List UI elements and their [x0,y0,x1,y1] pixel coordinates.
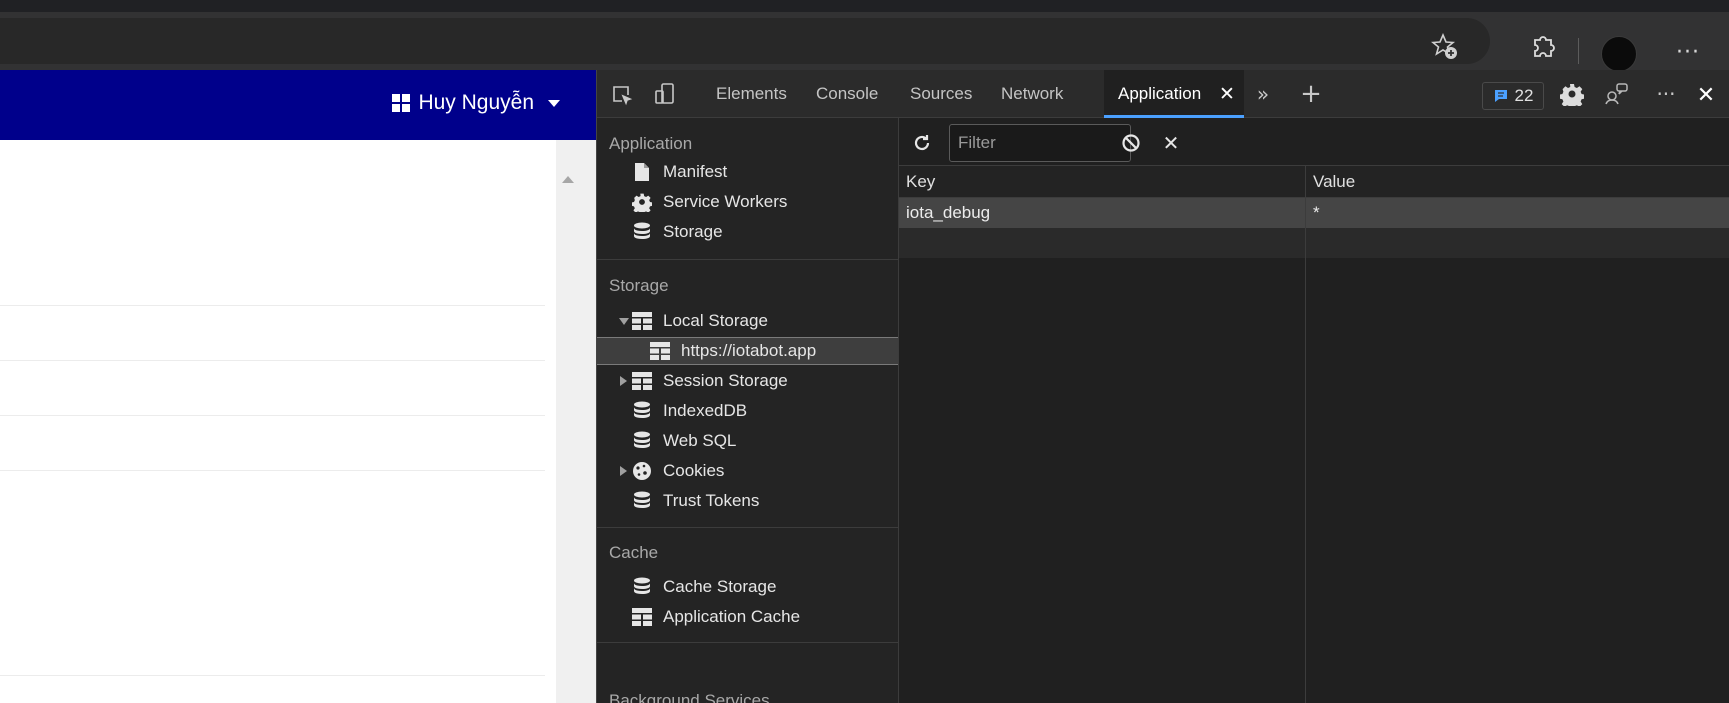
sidebar-item-origin-iotabot[interactable]: https://iotabot.app [597,337,898,365]
expanded-arrow-icon[interactable] [619,317,629,325]
page-scrollbar[interactable] [556,168,580,703]
tab-network[interactable]: Network [1001,70,1063,118]
section-title-application: Application [609,134,693,153]
database-icon [631,400,653,422]
more-options-icon[interactable]: ··· [1671,38,1705,66]
sidebar-item-session-storage[interactable]: Session Storage [597,367,898,395]
add-tab-plus-icon[interactable]: + [1297,79,1325,109]
column-divider[interactable] [1305,166,1306,703]
sidebar-item-trust-tokens[interactable]: Trust Tokens [597,487,898,515]
database-icon [631,490,653,512]
content-divider [0,305,545,306]
collapsed-arrow-icon[interactable] [620,466,627,476]
inspect-element-icon[interactable] [609,82,635,108]
toolbar-divider [1578,38,1579,64]
issues-button[interactable]: 22 [1482,82,1544,110]
scroll-up-arrow-icon[interactable] [556,172,580,186]
sidebar-item-web-sql[interactable]: Web SQL [597,427,898,455]
table-grid-icon [631,310,653,332]
issues-message-icon [1494,90,1507,102]
sidebar-item-app-storage[interactable]: Storage [597,218,898,246]
settings-gear-icon[interactable] [1559,81,1585,107]
database-icon [631,576,653,598]
browser-toolbar: ··· [0,12,1729,72]
devtools-panel: Elements Console Sources Network Applica… [596,70,1729,703]
issues-count: 22 [1514,86,1534,105]
section-title-cache: Cache [609,543,659,562]
feedback-people-icon[interactable] [1603,81,1631,107]
table-grid-icon [631,606,653,628]
devtools-tabbar: Elements Console Sources Network Applica… [597,70,1729,118]
sidebar-item-service-workers[interactable]: Service Workers [597,188,898,216]
sidebar-item-application-cache[interactable]: Application Cache [597,603,898,631]
empty-table-row[interactable] [899,228,1729,258]
close-devtools-icon[interactable]: ✕ [1693,82,1719,108]
extensions-puzzle-icon[interactable] [1523,25,1563,65]
database-icon [631,430,653,452]
section-title-storage: Storage [609,276,669,295]
file-icon [631,161,653,183]
table-grid-icon [631,370,653,392]
user-menu-button[interactable]: Huy Nguyễn [392,91,560,115]
storage-toolbar: ✕ [899,118,1729,166]
page-header: Huy Nguyễn [0,70,596,140]
clear-all-block-icon[interactable] [1118,130,1144,156]
web-page: Huy Nguyễn [0,70,596,703]
table-grid-icon [649,340,671,362]
delete-selected-x-icon[interactable]: ✕ [1158,130,1184,156]
tab-elements[interactable]: Elements [716,70,787,118]
sidebar-item-manifest[interactable]: Manifest [597,158,898,186]
more-tabs-chevron-icon[interactable]: » [1251,82,1275,106]
cookie-icon [631,460,653,482]
add-favorite-star-icon[interactable] [1427,29,1463,65]
application-sidebar: Application Manifest Service Workers Sto… [597,118,899,703]
section-divider [597,259,898,260]
address-bar[interactable] [0,18,1490,64]
database-icon [631,221,653,243]
tab-sources[interactable]: Sources [910,70,972,118]
collapsed-arrow-icon[interactable] [620,376,627,386]
content-divider [0,360,545,361]
user-name: Huy Nguyễn [418,91,534,114]
caret-down-icon [548,99,560,107]
key-value-table: Key Value iota_debug * [899,166,1729,703]
section-divider [597,527,898,528]
tab-console[interactable]: Console [816,70,878,118]
filter-input[interactable] [949,124,1131,162]
refresh-icon[interactable] [909,130,935,156]
table-row[interactable]: iota_debug * [899,198,1729,228]
column-header-value[interactable]: Value [1306,166,1729,198]
sidebar-item-cache-storage[interactable]: Cache Storage [597,573,898,601]
local-storage-pane: ✕ Key Value iota_debug * [899,118,1729,703]
device-emulation-icon[interactable] [652,81,678,107]
windows-grid-icon [392,94,411,112]
devtools-more-icon[interactable]: ··· [1651,82,1681,106]
gear-icon [631,191,653,213]
cell-value[interactable]: * [1306,198,1729,228]
profile-avatar[interactable] [1601,36,1637,72]
browser-tab-strip [0,0,1729,12]
close-tab-icon[interactable]: ✕ [1215,82,1239,106]
content-divider [0,675,545,676]
section-title-background-services: Background Services [609,691,770,703]
section-divider [597,642,898,643]
column-header-key[interactable]: Key [899,166,1305,198]
sidebar-item-indexeddb[interactable]: IndexedDB [597,397,898,425]
sidebar-item-cookies[interactable]: Cookies [597,457,898,485]
content-divider [0,470,545,471]
sidebar-item-local-storage[interactable]: Local Storage [597,307,898,335]
page-content [0,140,556,703]
cell-key[interactable]: iota_debug [899,198,1305,228]
content-divider [0,415,545,416]
